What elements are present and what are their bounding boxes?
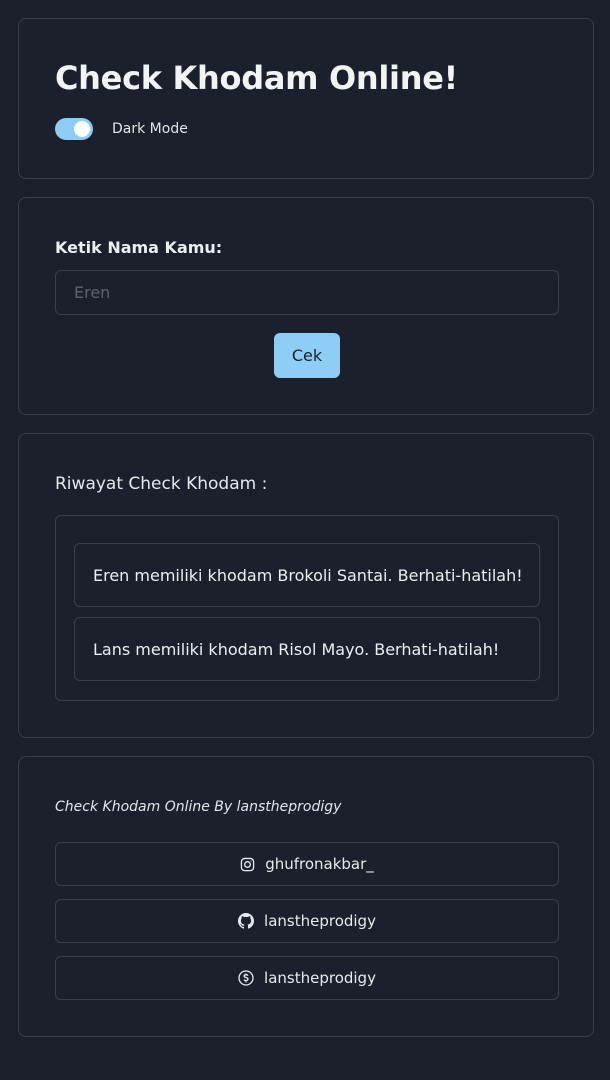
history-item: Eren memiliki khodam Brokoli Santai. Ber…	[74, 543, 540, 607]
page-title: Check Khodam Online!	[55, 59, 458, 97]
github-link-label: lanstheprodigy	[264, 912, 376, 930]
history-item: Lans memiliki khodam Risol Mayo. Berhati…	[74, 617, 540, 681]
credit-text: Check Khodam Online By lanstheprodigy	[55, 799, 342, 815]
header-card: Check Khodam Online! Dark Mode	[18, 18, 594, 179]
dark-mode-label: Dark Mode	[112, 121, 188, 137]
instagram-link[interactable]: ghufronakbar_	[55, 842, 559, 886]
name-form-card: Ketik Nama Kamu: Cek	[18, 197, 594, 415]
donation-link-label: lanstheprodigy	[264, 969, 376, 987]
instagram-link-label: ghufronakbar_	[265, 855, 374, 873]
github-link[interactable]: lanstheprodigy	[55, 899, 559, 943]
dark-mode-toggle[interactable]	[55, 118, 93, 140]
history-title: Riwayat Check Khodam :	[55, 474, 268, 494]
instagram-icon	[240, 857, 255, 872]
history-list: Eren memiliki khodam Brokoli Santai. Ber…	[55, 515, 559, 701]
github-icon	[238, 913, 255, 929]
check-button[interactable]: Cek	[274, 333, 340, 378]
name-label: Ketik Nama Kamu:	[55, 238, 223, 257]
history-card: Riwayat Check Khodam : Eren memiliki kho…	[18, 433, 594, 738]
dollar-circle-icon	[238, 970, 254, 986]
donation-link[interactable]: lanstheprodigy	[55, 956, 559, 1000]
name-input[interactable]	[55, 270, 559, 315]
toggle-knob	[74, 121, 90, 137]
footer-card: Check Khodam Online By lanstheprodigy gh…	[18, 756, 594, 1037]
